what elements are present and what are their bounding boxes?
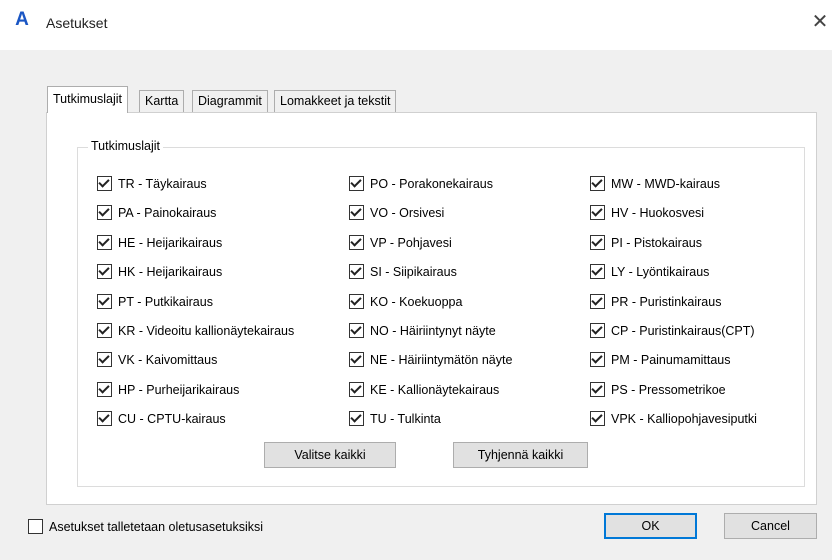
checkbox-label: HV - Huokosvesi xyxy=(611,206,705,220)
check-icon[interactable] xyxy=(590,294,605,310)
checkbox-label: TU - Tulkinta xyxy=(370,412,441,426)
checkbox-label: PR - Puristinkairaus xyxy=(611,295,722,309)
ok-button[interactable]: OK xyxy=(604,513,697,539)
check-icon[interactable] xyxy=(97,176,112,192)
checkbox-label: PS - Pressometrikoe xyxy=(611,383,726,397)
check-icon[interactable] xyxy=(590,323,605,339)
check-icon[interactable] xyxy=(590,264,605,280)
check-icon[interactable] xyxy=(349,176,364,192)
save-defaults-label: Asetukset talletetaan oletusasetuksiksi xyxy=(49,520,264,534)
checkbox-row[interactable]: VP - Pohjavesi xyxy=(349,233,452,253)
checkbox-row[interactable]: VK - Kaivomittaus xyxy=(97,350,217,370)
check-icon[interactable] xyxy=(349,235,364,251)
check-icon[interactable] xyxy=(97,294,112,310)
checkbox-row[interactable]: HK - Heijarikairaus xyxy=(97,262,222,282)
checkbox-row[interactable]: CU - CPTU-kairaus xyxy=(97,409,226,429)
tab-diagrammit[interactable]: Diagrammit xyxy=(192,90,268,112)
close-icon[interactable]: ✕ xyxy=(808,6,832,38)
checkbox-row[interactable]: HP - Purheijarikairaus xyxy=(97,380,239,400)
checkbox-row[interactable]: SI - Siipikairaus xyxy=(349,262,457,282)
check-icon[interactable] xyxy=(349,264,364,280)
checkbox-row[interactable]: TR - Täykairaus xyxy=(97,174,207,194)
check-icon[interactable] xyxy=(97,382,112,398)
check-icon[interactable] xyxy=(349,382,364,398)
check-icon[interactable] xyxy=(97,352,112,368)
checkbox-label: KR - Videoitu kallionäytekairaus xyxy=(118,324,295,338)
checkbox-label: VK - Kaivomittaus xyxy=(118,353,218,367)
tutkimuslajit-groupbox: Tutkimuslajit xyxy=(77,139,805,487)
checkbox-label: CP - Puristinkairaus(CPT) xyxy=(611,324,755,338)
window-title: Asetukset xyxy=(46,15,108,31)
cancel-button[interactable]: Cancel xyxy=(724,513,817,539)
checkbox-label: PT - Putkikairaus xyxy=(118,295,213,309)
checkbox-label: KO - Koekuoppa xyxy=(370,295,463,309)
checkbox-label: TR - Täykairaus xyxy=(118,177,207,191)
checkbox-label: KE - Kallionäytekairaus xyxy=(370,383,500,397)
checkbox-row[interactable]: PR - Puristinkairaus xyxy=(590,292,721,312)
groupbox-title: Tutkimuslajit xyxy=(88,139,163,153)
app-logo-icon: A xyxy=(15,9,29,30)
checkbox-label: HE - Heijarikairaus xyxy=(118,236,223,250)
checkbox-row[interactable]: MW - MWD-kairaus xyxy=(590,174,720,194)
clear-all-button[interactable]: Tyhjennä kaikki xyxy=(453,442,588,468)
checkbox-row[interactable]: NE - Häiriintymätön näyte xyxy=(349,350,512,370)
check-icon[interactable] xyxy=(349,352,364,368)
checkbox-label: VP - Pohjavesi xyxy=(370,236,452,250)
save-defaults-checkbox[interactable]: Asetukset talletetaan oletusasetuksiksi xyxy=(28,517,263,537)
check-icon[interactable] xyxy=(97,264,112,280)
checkbox-label: HK - Heijarikairaus xyxy=(118,265,223,279)
check-icon[interactable] xyxy=(97,411,112,427)
check-icon[interactable] xyxy=(590,205,605,221)
checkbox-row[interactable]: HV - Huokosvesi xyxy=(590,203,704,223)
checkbox-row[interactable]: KO - Koekuoppa xyxy=(349,292,462,312)
checkbox-label: SI - Siipikairaus xyxy=(370,265,457,279)
check-icon[interactable] xyxy=(97,323,112,339)
checkbox-row[interactable]: PA - Painokairaus xyxy=(97,203,216,223)
check-icon[interactable] xyxy=(349,323,364,339)
check-icon[interactable] xyxy=(590,235,605,251)
checkbox-label: HP - Purheijarikairaus xyxy=(118,383,240,397)
select-all-button[interactable]: Valitse kaikki xyxy=(264,442,396,468)
check-icon[interactable] xyxy=(349,411,364,427)
check-icon[interactable] xyxy=(590,176,605,192)
checkbox-row[interactable]: KR - Videoitu kallionäytekairaus xyxy=(97,321,294,341)
tab-kartta[interactable]: Kartta xyxy=(139,90,185,112)
checkbox-label: NO - Häiriintynyt näyte xyxy=(370,324,496,338)
checkbox-row[interactable]: KE - Kallionäytekairaus xyxy=(349,380,499,400)
checkbox-row[interactable]: VPK - Kalliopohjavesiputki xyxy=(590,409,757,429)
checkbox-label: VPK - Kalliopohjavesiputki xyxy=(611,412,757,426)
checkbox-row[interactable]: TU - Tulkinta xyxy=(349,409,441,429)
check-icon[interactable] xyxy=(97,235,112,251)
check-icon[interactable] xyxy=(97,205,112,221)
checkbox-row[interactable]: VO - Orsivesi xyxy=(349,203,444,223)
checkbox-row[interactable]: NO - Häiriintynyt näyte xyxy=(349,321,496,341)
checkbox-row[interactable]: CP - Puristinkairaus(CPT) xyxy=(590,321,755,341)
checkbox-row[interactable]: LY - Lyöntikairaus xyxy=(590,262,709,282)
tab-tutkimuslajit[interactable]: Tutkimuslajit xyxy=(47,86,128,113)
checkbox-label: NE - Häiriintymätön näyte xyxy=(370,353,513,367)
tab-lomakkeet-ja-tekstit[interactable]: Lomakkeet ja tekstit xyxy=(274,90,397,112)
checkbox-label: PO - Porakonekairaus xyxy=(370,177,493,191)
check-icon[interactable] xyxy=(349,205,364,221)
checkbox-box-icon[interactable] xyxy=(28,519,43,535)
check-icon[interactable] xyxy=(590,411,605,427)
checkbox-row[interactable]: PM - Painumamittaus xyxy=(590,350,730,370)
title-bar: A Asetukset ✕ xyxy=(0,0,832,50)
checkbox-label: CU - CPTU-kairaus xyxy=(118,412,226,426)
checkbox-label: PI - Pistokairaus xyxy=(611,236,703,250)
checkbox-row[interactable]: PI - Pistokairaus xyxy=(590,233,702,253)
checkbox-row[interactable]: PO - Porakonekairaus xyxy=(349,174,493,194)
checkbox-row[interactable]: PS - Pressometrikoe xyxy=(590,380,726,400)
tab-panel: Tutkimuslajit TR - Täykairaus PA - Painok… xyxy=(46,112,817,505)
checkbox-label: LY - Lyöntikairaus xyxy=(611,265,710,279)
checkbox-label: PM - Painumamittaus xyxy=(611,353,731,367)
checkbox-label: PA - Painokairaus xyxy=(118,206,217,220)
check-icon[interactable] xyxy=(590,382,605,398)
checkbox-label: MW - MWD-kairaus xyxy=(611,177,721,191)
checkbox-label: VO - Orsivesi xyxy=(370,206,445,220)
check-icon[interactable] xyxy=(349,294,364,310)
checkbox-row[interactable]: HE - Heijarikairaus xyxy=(97,233,222,253)
checkbox-row[interactable]: PT - Putkikairaus xyxy=(97,292,213,312)
check-icon[interactable] xyxy=(590,352,605,368)
